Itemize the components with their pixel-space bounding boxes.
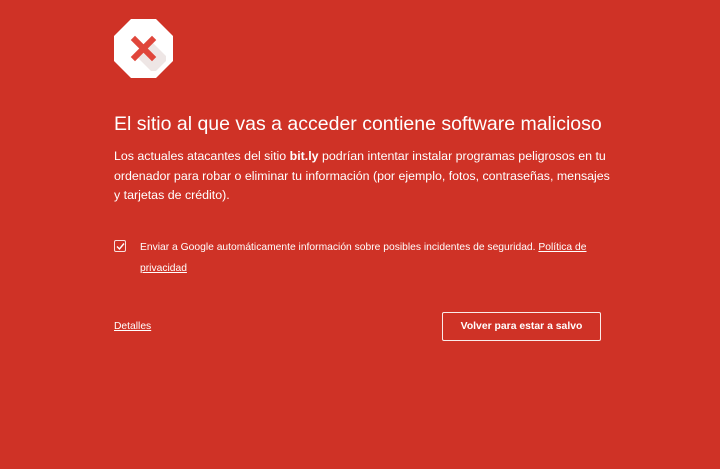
danger-icon — [114, 19, 173, 78]
details-link[interactable]: Detalles — [114, 320, 151, 334]
explanation-paragraph: Los actuales atacantes del sitio bit.ly … — [114, 147, 614, 206]
back-to-safety-button[interactable]: Volver para estar a salvo — [442, 312, 601, 341]
octagon-cross-icon — [114, 19, 173, 78]
extended-reporting-checkbox[interactable] — [114, 240, 126, 252]
site-name: bit.ly — [289, 149, 319, 163]
checkmark-icon — [116, 243, 125, 251]
opt-in-label: Enviar a Google automáticamente informac… — [140, 237, 610, 279]
interstitial-page: El sitio al que vas a acceder contiene s… — [0, 0, 720, 469]
opt-in-text: Enviar a Google automáticamente informac… — [140, 242, 539, 253]
explanation-text-start: Los actuales atacantes del sitio — [114, 149, 290, 163]
extended-reporting-opt-in: Enviar a Google automáticamente informac… — [114, 237, 614, 277]
page-title: El sitio al que vas a acceder contiene s… — [114, 113, 602, 135]
